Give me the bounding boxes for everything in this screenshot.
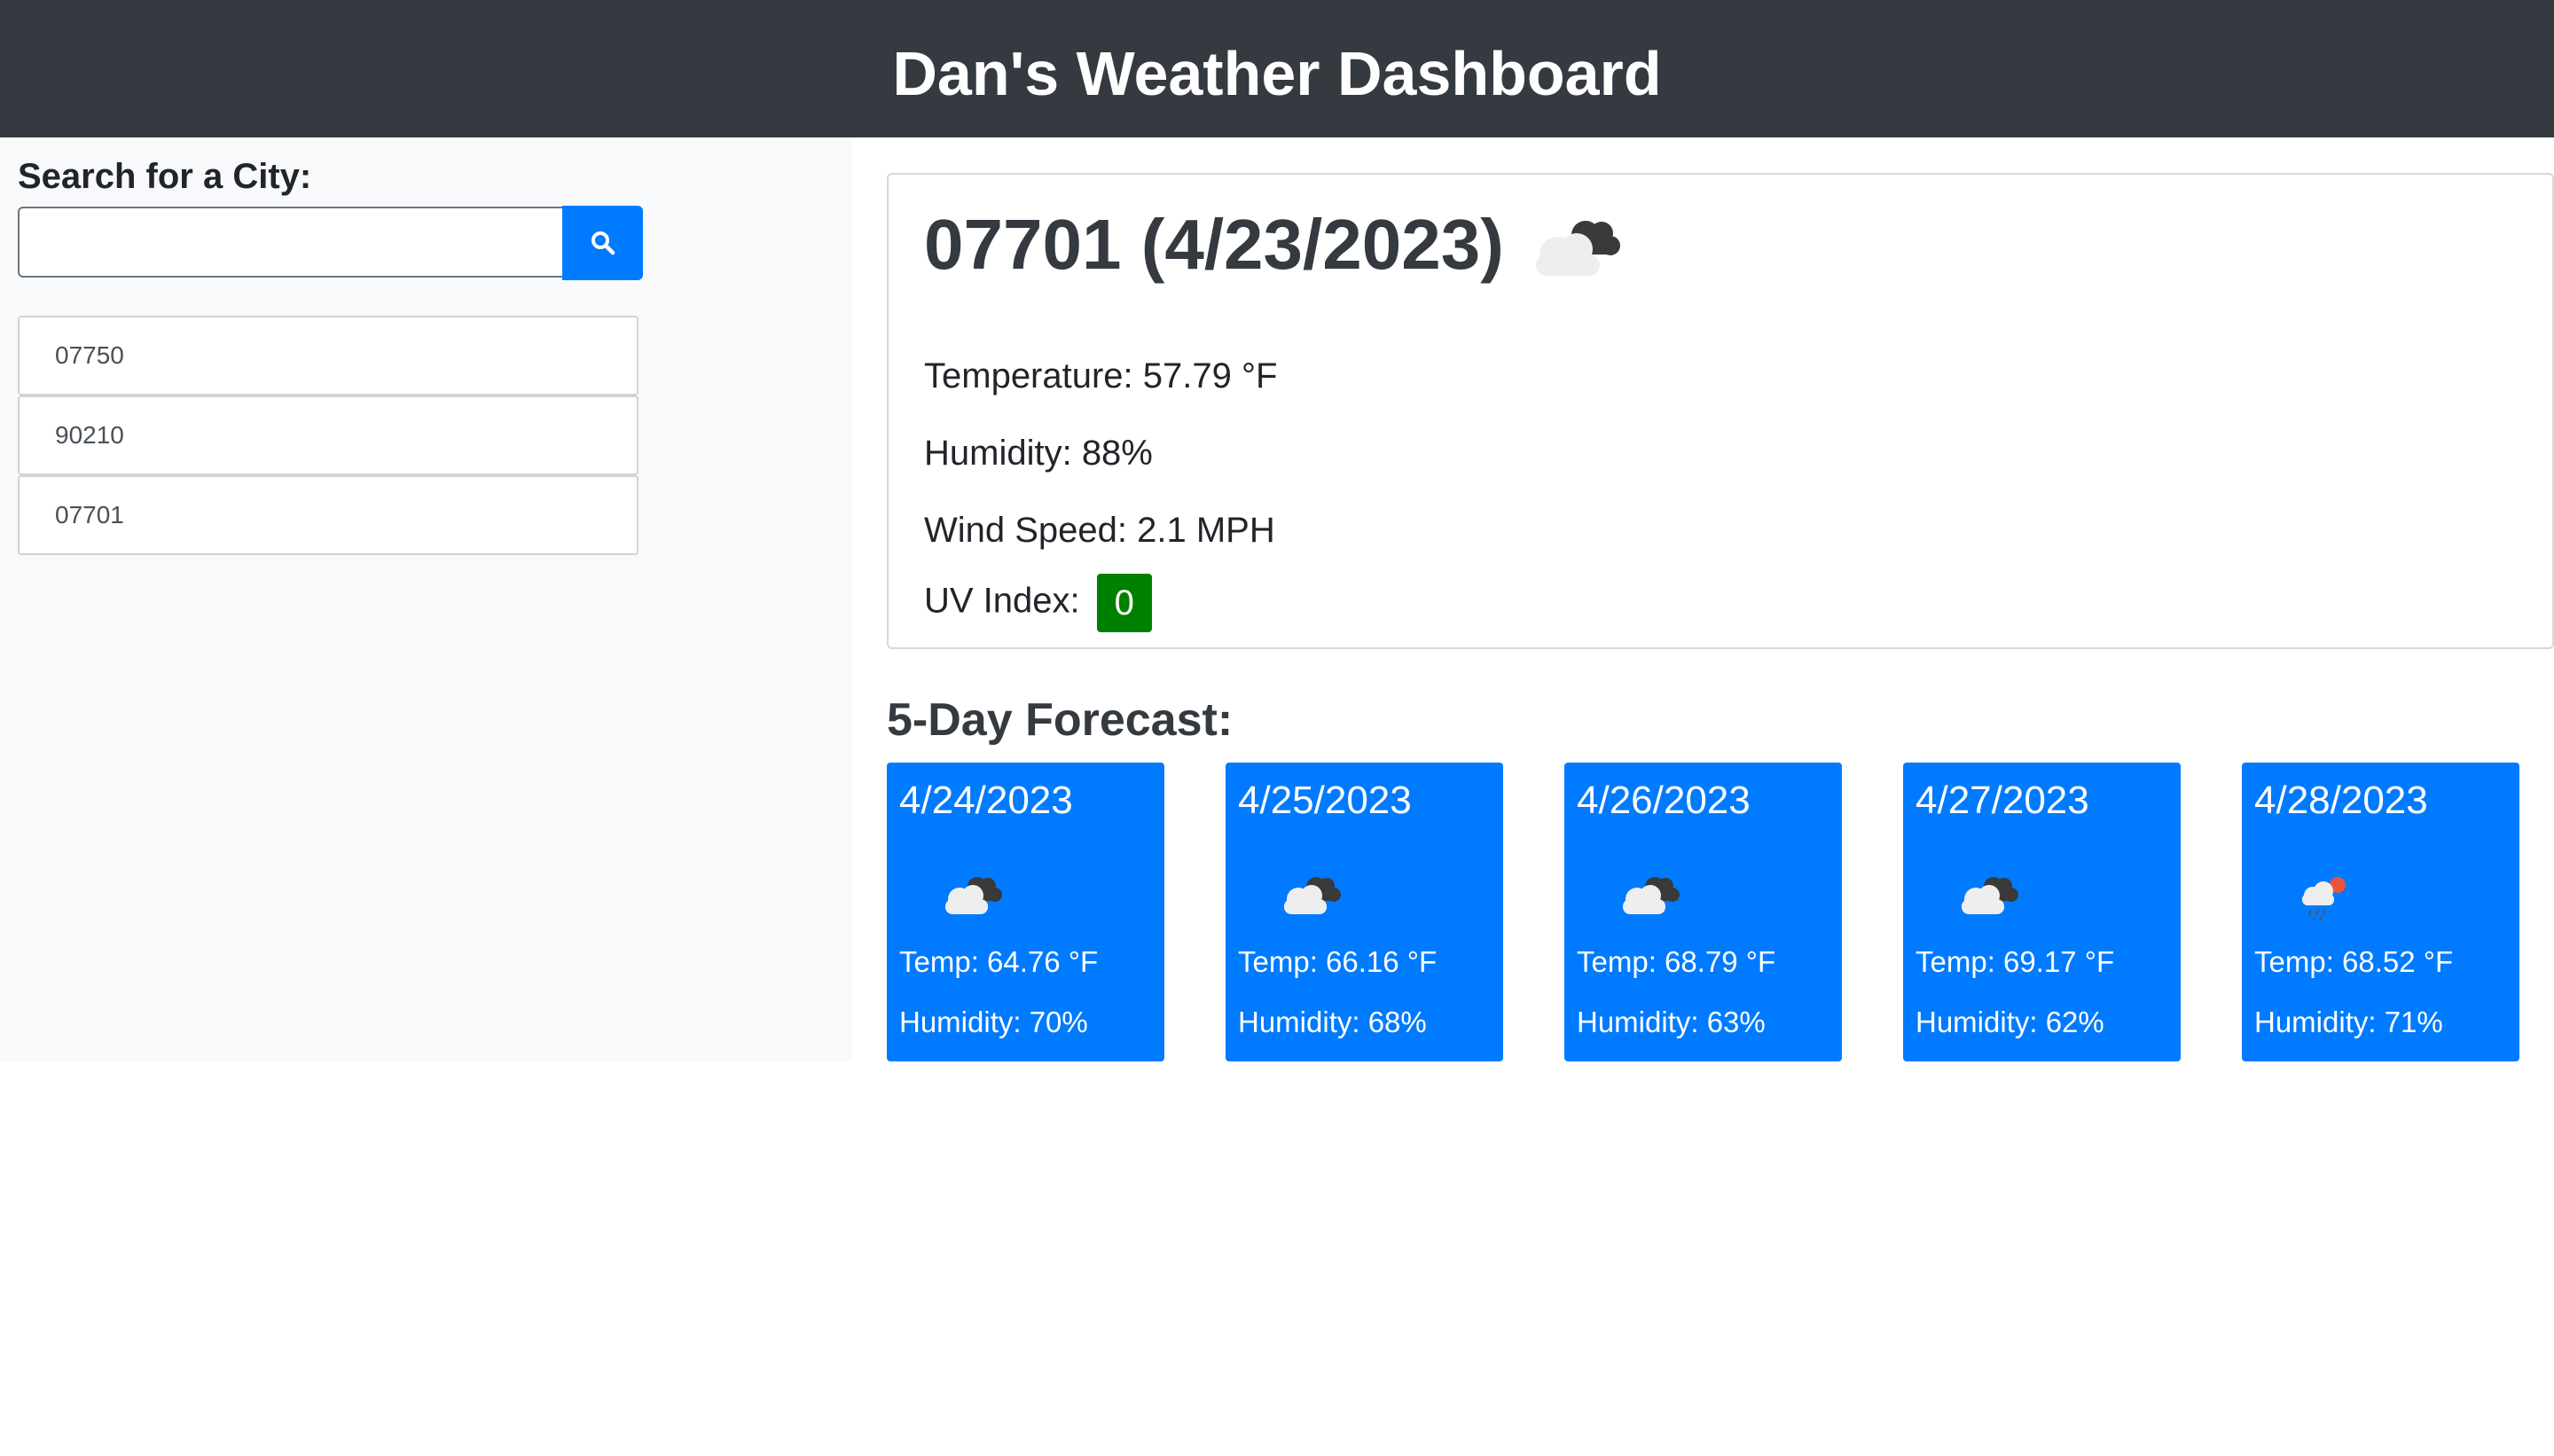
forecast-temp: Temp: 68.52 °F	[2254, 945, 2454, 978]
cloudy-icon	[945, 877, 1002, 914]
forecast-humidity: Humidity: 71%	[2254, 1006, 2443, 1038]
forecast-card: 4/25/2023 Temp: 66.16 °F Humidity: 68%	[1226, 763, 1503, 1061]
page-title: Dan's Weather Dashboard	[892, 38, 1662, 108]
forecast-temp: Temp: 64.76 °F	[899, 945, 1099, 978]
current-weather-card: 07701 (4/23/2023) Temperature: 57.79 °F …	[887, 173, 2554, 649]
search-input[interactable]	[18, 207, 564, 278]
history-item[interactable]: 90210	[18, 395, 638, 475]
forecast-date: 4/26/2023	[1577, 779, 1751, 822]
forecast-humidity: Humidity: 68%	[1238, 1006, 1427, 1038]
forecast-card: 4/26/2023 Temp: 68.79 °F Humidity: 63%	[1564, 763, 1842, 1061]
forecast-humidity: Humidity: 63%	[1577, 1006, 1766, 1038]
current-wind-speed: Wind Speed: 2.1 MPH	[924, 511, 1275, 550]
current-humidity: Humidity: 88%	[924, 434, 1153, 473]
sidebar: Search for a City: 07750 90210 07701	[0, 137, 851, 1061]
history-item[interactable]: 07701	[18, 475, 638, 555]
history-item[interactable]: 07750	[18, 316, 638, 395]
forecast-humidity: Humidity: 70%	[899, 1006, 1088, 1038]
cloudy-icon	[1535, 221, 1620, 276]
rain-sun-icon	[2302, 877, 2346, 921]
forecast-temp: Temp: 66.16 °F	[1238, 945, 1438, 978]
forecast-card: 4/24/2023 Temp: 64.76 °F Humidity: 70%	[887, 763, 1164, 1061]
forecast-date: 4/24/2023	[899, 779, 1073, 822]
current-weather-title: 07701 (4/23/2023)	[924, 205, 1504, 284]
forecast-heading: 5-Day Forecast:	[887, 694, 1234, 746]
forecast-card: 4/27/2023 Temp: 69.17 °F Humidity: 62%	[1903, 763, 2181, 1061]
forecast-date: 4/28/2023	[2254, 779, 2428, 822]
search-history-list: 07750 90210 07701	[18, 316, 638, 555]
search-icon	[591, 231, 615, 255]
current-temperature: Temperature: 57.79 °F	[924, 356, 1278, 395]
forecast-temp: Temp: 69.17 °F	[1916, 945, 2115, 978]
forecast-card: 4/28/2023 Temp: 68.52 °F Humidity: 71%	[2242, 763, 2519, 1061]
forecast-humidity: Humidity: 62%	[1916, 1006, 2104, 1038]
current-weather-header: 07701 (4/23/2023)	[924, 201, 1628, 288]
uv-index-label: UV Index:	[924, 581, 1080, 621]
current-uv-row: UV Index: 0	[924, 574, 1152, 632]
forecast-temp: Temp: 68.79 °F	[1577, 945, 1776, 978]
search-button[interactable]	[562, 206, 643, 280]
page-header: Dan's Weather Dashboard	[0, 0, 2554, 137]
cloudy-icon	[1962, 877, 2018, 914]
uv-index-badge: 0	[1096, 574, 1152, 632]
forecast-date: 4/25/2023	[1238, 779, 1412, 822]
cloudy-icon	[1284, 877, 1341, 914]
search-label: Search for a City:	[18, 157, 312, 196]
forecast-date: 4/27/2023	[1916, 779, 2089, 822]
cloudy-icon	[1623, 877, 1680, 914]
